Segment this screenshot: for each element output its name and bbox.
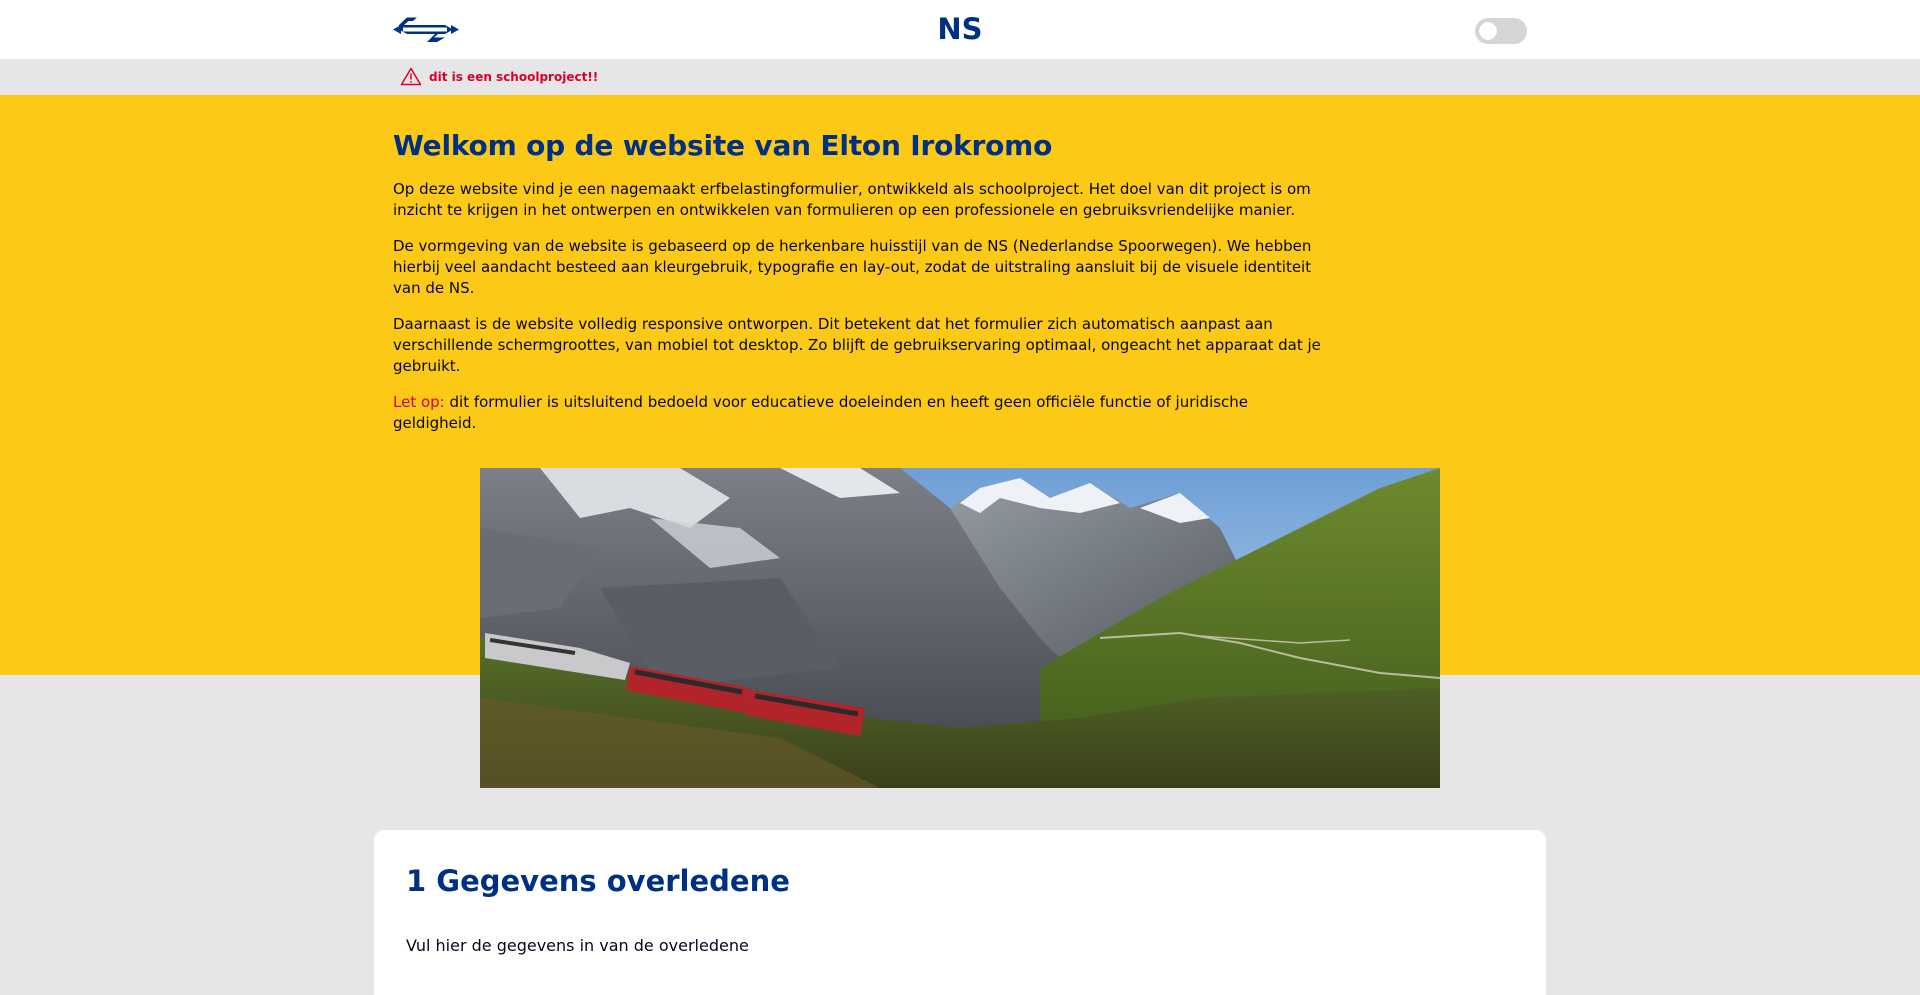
intro-paragraph-1: Op deze website vind je een nagemaakt er…	[393, 179, 1311, 219]
page-title: Welkom op de website van Elton Irokromo	[393, 129, 1053, 162]
disclaimer-paragraph: Let op: dit formulier is uitsluitend bed…	[393, 392, 1325, 434]
brand-title: NS	[937, 12, 983, 46]
intro-paragraph-2: De vormgeving van de website is gebaseer…	[393, 236, 1312, 297]
warning-bar: dit is een schoolproject!!	[0, 59, 1920, 95]
section-title: 1 Gegevens overledene	[406, 864, 790, 898]
photo-illustration	[480, 468, 1440, 788]
site-header: NS	[0, 0, 1920, 59]
intro-paragraph-3: Daarnaast is de website volledig respons…	[393, 314, 1321, 375]
mountain-train-photo	[480, 468, 1440, 788]
theme-toggle[interactable]	[1475, 18, 1527, 44]
form-card: 1 Gegevens overledene Vul hier de gegeve…	[374, 830, 1546, 995]
toggle-knob	[1479, 22, 1497, 40]
disclaimer-label: Let op:	[393, 392, 445, 411]
warning-triangle-icon	[400, 67, 422, 86]
disclaimer-text: dit formulier is uitsluitend bedoeld voo…	[393, 392, 1249, 432]
hero-content: Welkom op de website van Elton Irokromo …	[393, 129, 1325, 449]
warning-text: dit is een schoolproject!!	[429, 70, 599, 84]
section-intro: Vul hier de gegevens in van de overleden…	[406, 936, 749, 955]
